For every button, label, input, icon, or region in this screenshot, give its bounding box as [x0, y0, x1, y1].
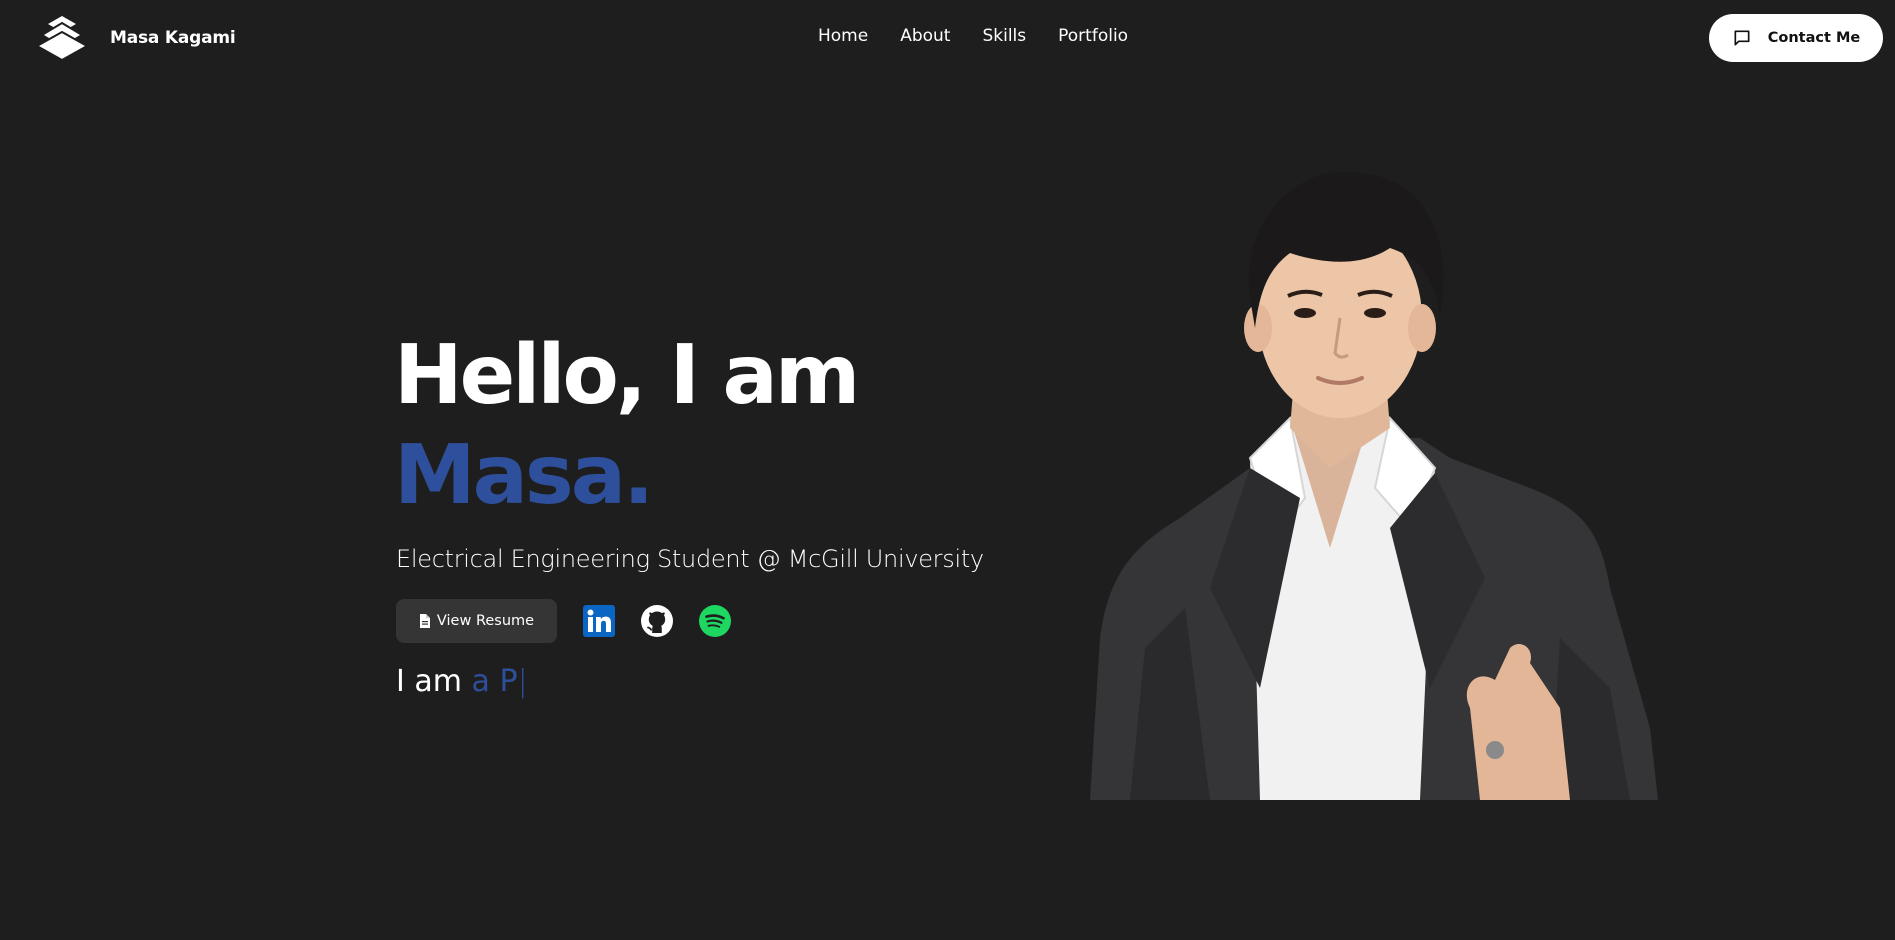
view-resume-button[interactable]: View Resume — [396, 599, 557, 643]
hero-actions: View Resume — [396, 599, 731, 643]
nav-item-portfolio[interactable]: Portfolio — [1058, 26, 1128, 46]
nav-item-home[interactable]: Home — [818, 26, 868, 46]
linkedin-icon — [583, 605, 615, 637]
spotify-icon — [699, 605, 731, 637]
typing-role: a P — [471, 664, 518, 699]
github-icon — [641, 605, 673, 637]
hero-name: Masa. — [394, 428, 654, 523]
typing-cursor: | — [517, 664, 528, 699]
portrait-photo — [1090, 171, 1658, 800]
contact-me-label: Contact Me — [1767, 30, 1861, 46]
typing-prefix: I am — [396, 664, 462, 699]
linkedin-link[interactable] — [583, 605, 615, 637]
document-icon — [419, 614, 430, 628]
brand-name: Masa Kagami — [110, 28, 236, 48]
hero-greeting: Hello, I am — [394, 328, 860, 423]
brand[interactable]: Masa Kagami — [36, 14, 236, 62]
page: Masa Kagami Home About Skills Portfolio … — [0, 0, 1895, 940]
nav-item-skills[interactable]: Skills — [982, 26, 1026, 46]
hero-title: Hello, I am Masa. — [394, 326, 860, 526]
view-resume-label: View Resume — [436, 613, 535, 629]
social-links — [583, 605, 731, 637]
typing-text: I am a P| — [396, 664, 528, 699]
contact-me-button[interactable]: Contact Me — [1709, 14, 1883, 62]
nav-item-about[interactable]: About — [900, 26, 950, 46]
hero-subtitle: Electrical Engineering Student @ McGill … — [396, 545, 984, 573]
layered-stack-icon — [36, 16, 88, 61]
spotify-link[interactable] — [699, 605, 731, 637]
message-square-icon — [1734, 30, 1750, 46]
main-nav: Home About Skills Portfolio — [818, 26, 1128, 46]
github-link[interactable] — [641, 605, 673, 637]
